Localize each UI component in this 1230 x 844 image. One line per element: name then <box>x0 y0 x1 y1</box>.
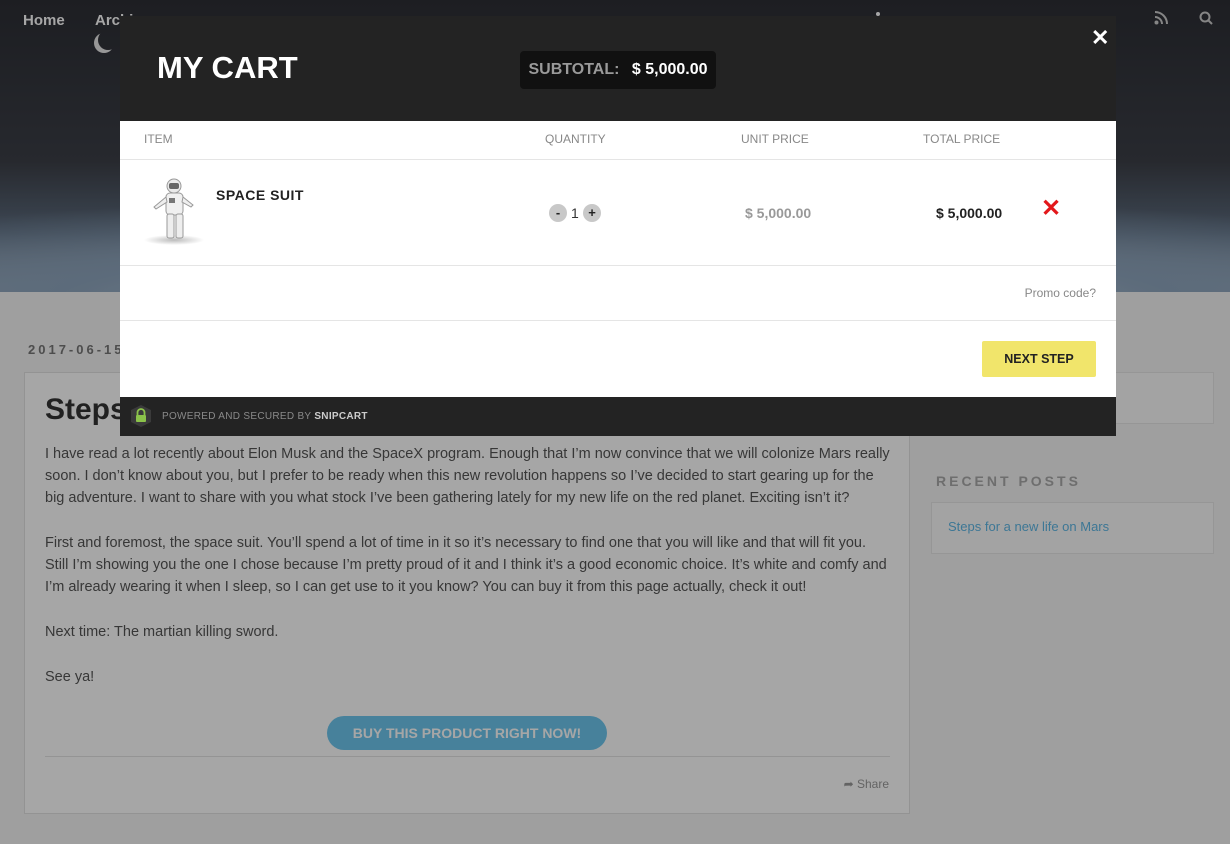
remove-item-icon[interactable]: ✕ <box>1041 197 1061 221</box>
powered-by-text: POWERED AND SECURED BY SNIPCART <box>162 411 368 422</box>
divider <box>120 265 1116 266</box>
product-name: SPACE SUIT <box>216 187 304 203</box>
unit-price: $ 5,000.00 <box>745 205 812 221</box>
total-price: $ 5,000.00 <box>936 205 1003 221</box>
promo-code-link[interactable]: Promo code? <box>1025 286 1096 300</box>
cart-header: MY CART SUBTOTAL: $ 5,000.00 ✕ <box>120 16 1116 121</box>
column-header-item: ITEM <box>144 132 173 146</box>
product-thumbnail <box>140 176 206 246</box>
column-header-unit-price: UNIT PRICE <box>741 132 809 146</box>
cart-modal: MY CART SUBTOTAL: $ 5,000.00 ✕ ITEM QUAN… <box>120 16 1116 436</box>
subtotal-label: SUBTOTAL: <box>528 61 620 78</box>
divider <box>120 320 1116 321</box>
powered-label: POWERED AND SECURED BY <box>162 411 312 422</box>
close-icon[interactable]: ✕ <box>1091 25 1109 51</box>
next-step-button[interactable]: NEXT STEP <box>982 341 1096 377</box>
decrease-quantity-button[interactable]: - <box>549 204 567 222</box>
subtotal-value: $ 5,000.00 <box>631 61 708 78</box>
increase-quantity-button[interactable]: + <box>583 204 601 222</box>
snipcart-brand[interactable]: SNIPCART <box>314 411 368 422</box>
subtotal-badge: SUBTOTAL: $ 5,000.00 <box>520 51 716 89</box>
divider <box>120 159 1116 160</box>
lock-icon <box>129 404 153 428</box>
column-header-total-price: TOTAL PRICE <box>923 132 1001 146</box>
column-header-quantity: QUANTITY <box>545 132 606 146</box>
cart-footer: POWERED AND SECURED BY SNIPCART <box>120 397 1116 436</box>
cart-title: MY CART <box>157 50 298 85</box>
quantity-value: 1 <box>571 205 579 221</box>
